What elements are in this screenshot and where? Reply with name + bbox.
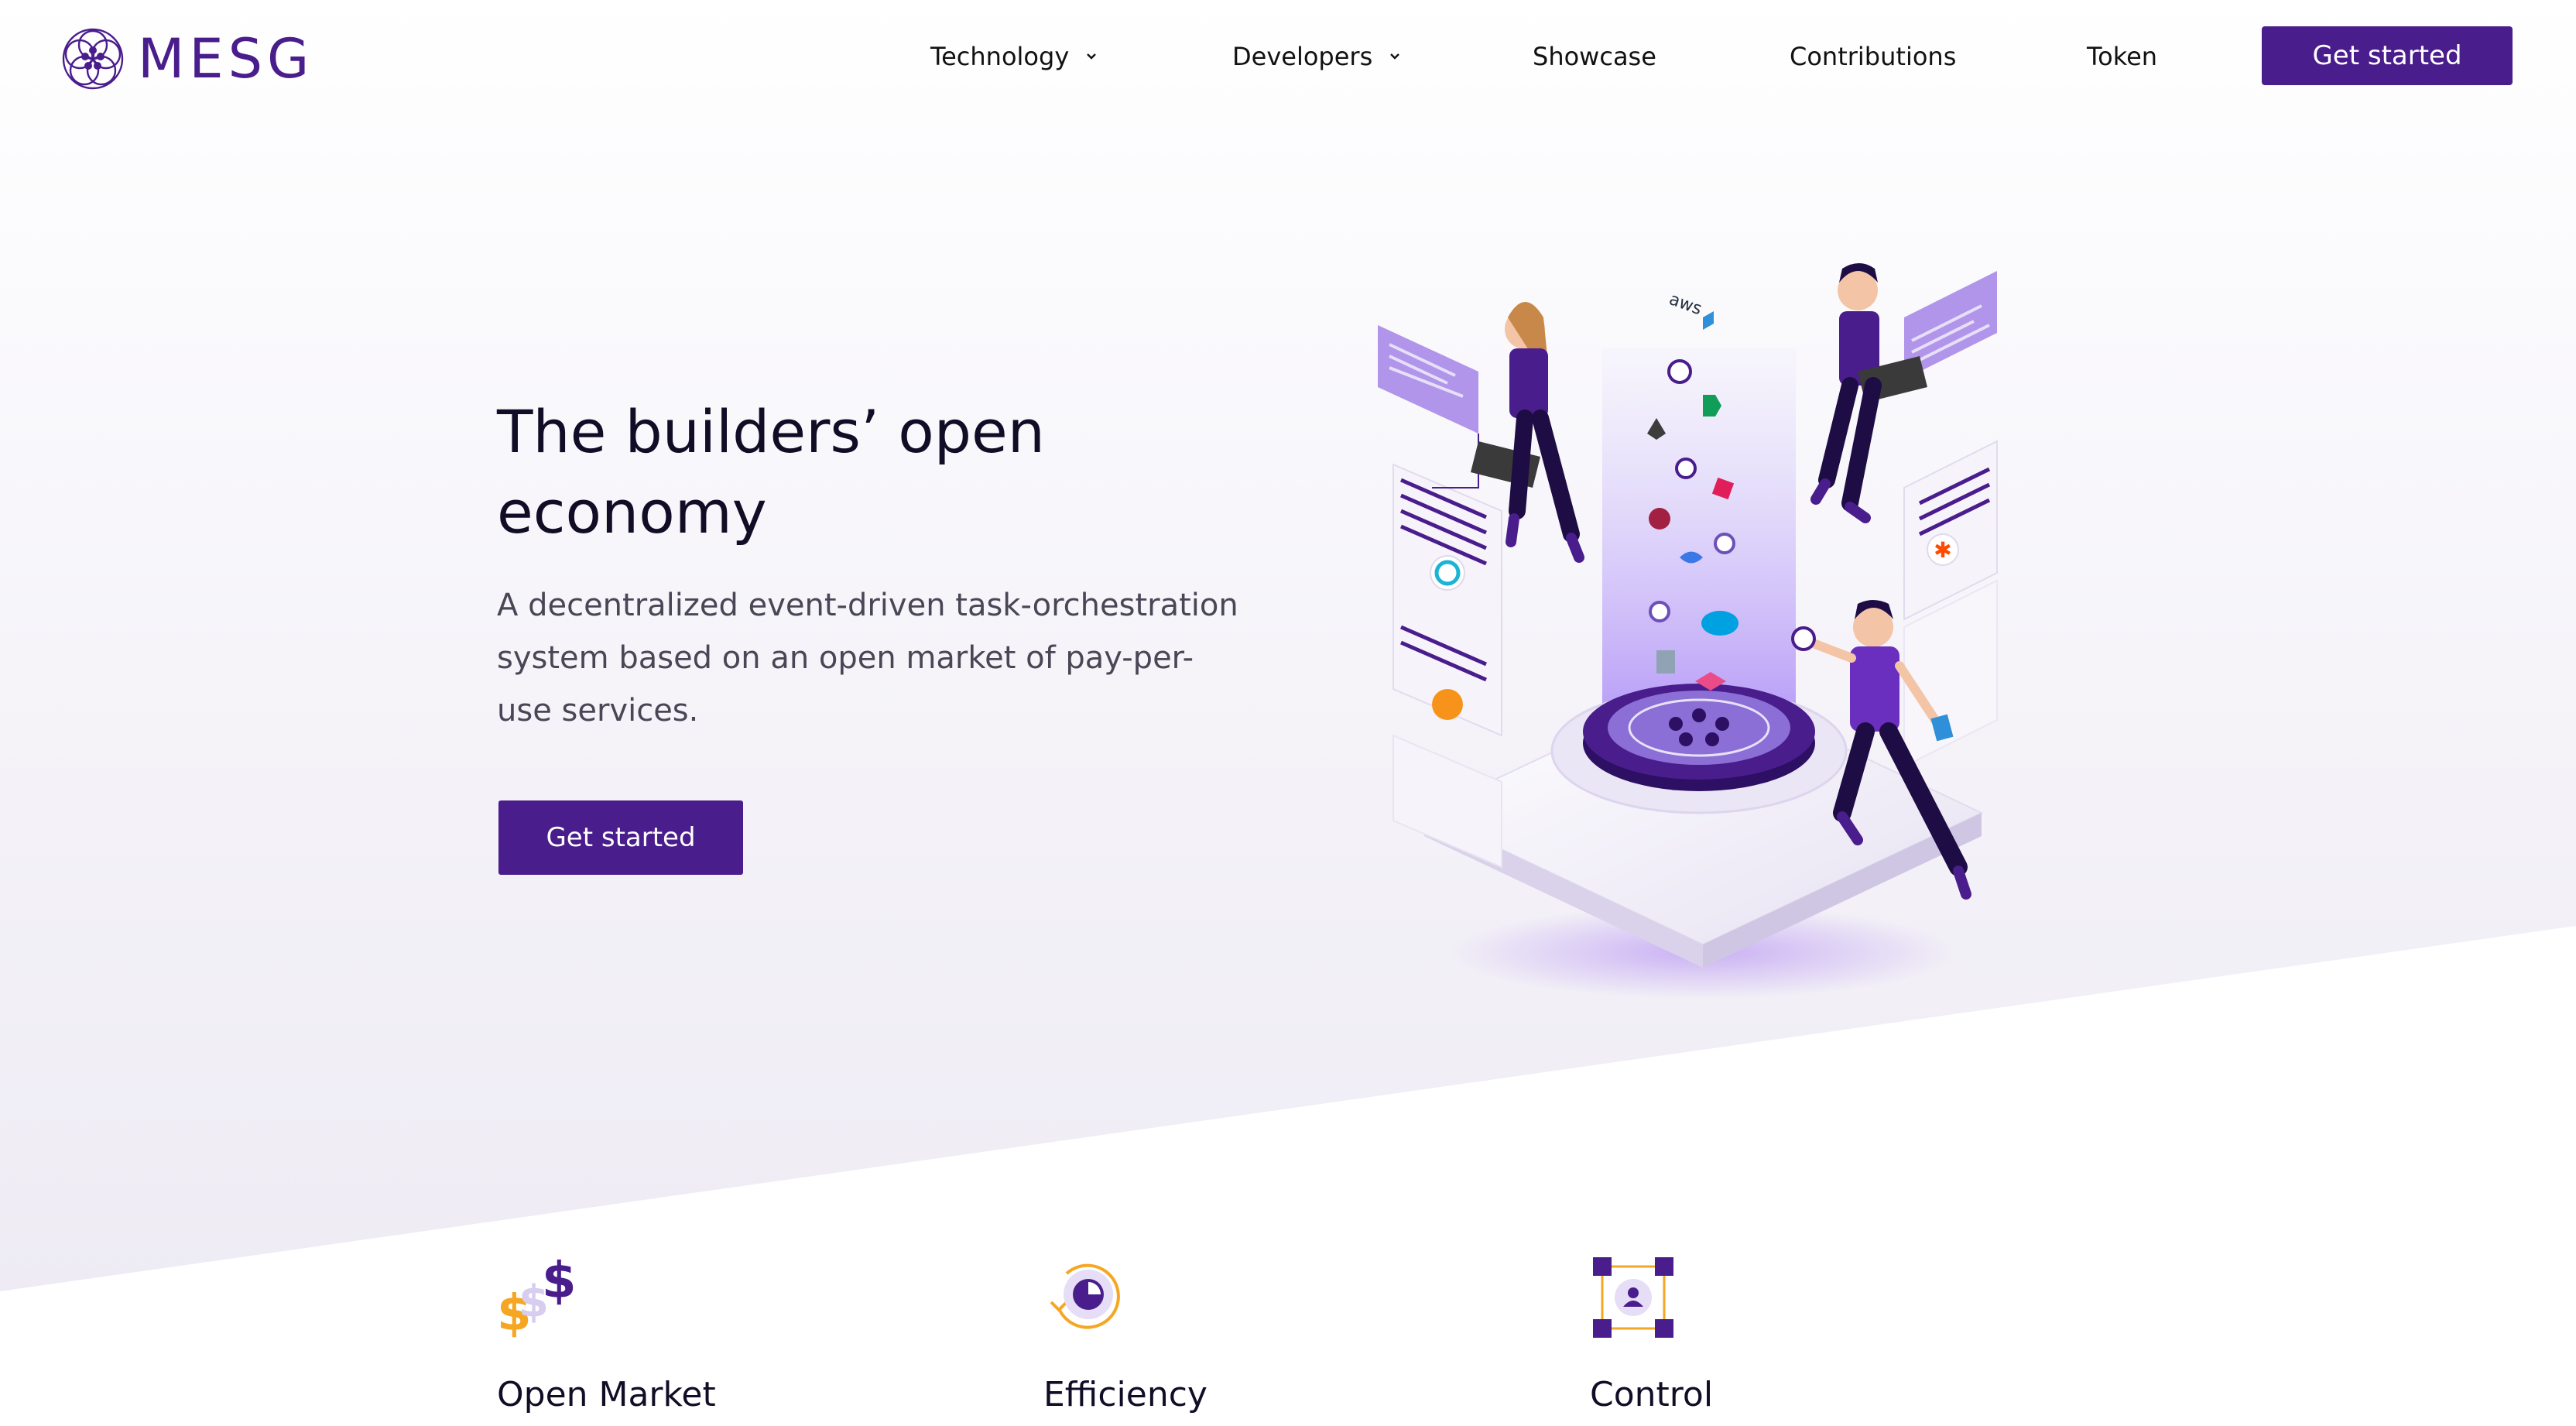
chevron-down-icon — [1390, 53, 1400, 60]
isometric-platform-illustration: ✱ aws — [1378, 263, 1998, 999]
feature-title: Efficiency — [1043, 1375, 1208, 1414]
feature-efficiency: Efficiency — [1043, 1254, 1477, 1426]
hero-illustration: ✱ aws — [1362, 255, 2028, 999]
page: MESG Technology Developers Showcase Cont… — [0, 0, 2576, 1426]
feature-title: Open Market — [497, 1375, 716, 1414]
hero-description: A decentralized event-driven task-orches… — [497, 588, 1238, 728]
brand-name: MESG — [138, 27, 314, 91]
top-navigation-bar: MESG Technology Developers Showcase Cont… — [0, 0, 2576, 116]
nav-item-token[interactable]: Token — [2087, 37, 2157, 76]
mesg-logo-icon — [62, 28, 124, 90]
get-started-hero-button[interactable]: Get started — [498, 800, 743, 875]
nav-item-label: Developers — [1232, 42, 1373, 71]
brand-logo[interactable]: MESG — [60, 26, 313, 91]
svg-text:$: $ — [542, 1254, 577, 1310]
efficiency-cycle-icon — [1050, 1263, 1120, 1329]
feature-title: Control — [1590, 1375, 1714, 1414]
left-panel-stack — [1392, 463, 1502, 869]
nav-item-technology[interactable]: Technology — [930, 37, 1100, 76]
svg-text:✱: ✱ — [1934, 537, 1951, 563]
feature-open-market: $ $ $ Open Market — [497, 1254, 930, 1426]
nav-item-developers[interactable]: Developers — [1232, 37, 1403, 76]
right-panel-stack: ✱ — [1903, 440, 1998, 768]
get-started-nav-button[interactable]: Get started — [2262, 26, 2513, 85]
hero-title: The builders’ open economy — [497, 397, 1045, 547]
chevron-down-icon — [1087, 53, 1097, 60]
dollar-signs-icon: $ $ $ — [497, 1254, 577, 1339]
background-band — [0, 0, 2576, 1291]
nav-item-label: Showcase — [1533, 42, 1656, 71]
nav-item-showcase[interactable]: Showcase — [1533, 37, 1656, 76]
nav-item-label: Technology — [930, 42, 1070, 71]
feature-control: Control — [1590, 1254, 2023, 1426]
nav-item-label: Token — [2087, 42, 2158, 71]
nav-item-contributions[interactable]: Contributions — [1790, 37, 1956, 76]
control-frame-icon — [1593, 1257, 1673, 1338]
svg-text:aws: aws — [1667, 290, 1704, 319]
nav-item-label: Contributions — [1790, 42, 1957, 71]
